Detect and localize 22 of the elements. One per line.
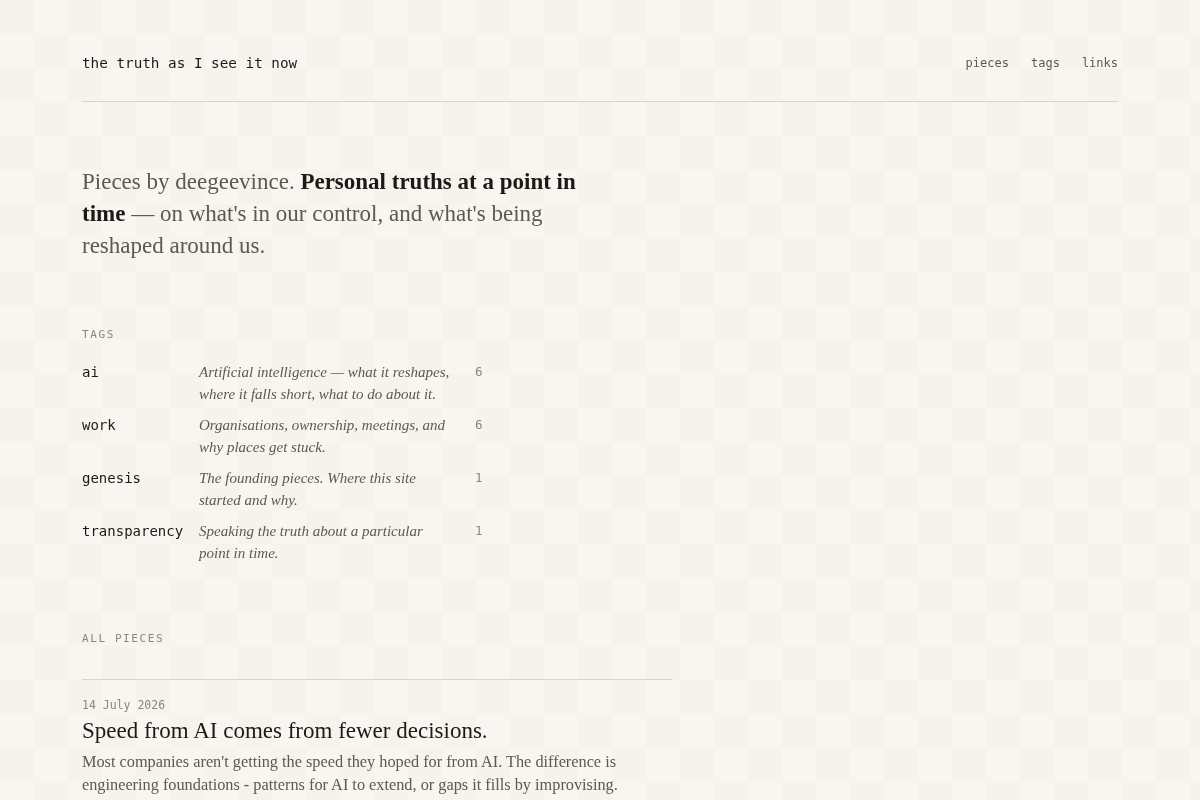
tag-description: The founding pieces. Where this site started and why.: [199, 469, 417, 510]
tag-link[interactable]: ai: [82, 361, 99, 383]
site-title[interactable]: the truth as I see it now: [82, 53, 298, 73]
tag-link[interactable]: transparency: [82, 520, 184, 542]
nav-link[interactable]: pieces: [965, 54, 1009, 72]
tag-count: 6: [475, 363, 483, 381]
tag-count: 1: [475, 469, 483, 487]
piece-title-link[interactable]: Speed from AI comes from fewer decisions.: [82, 717, 488, 745]
tag-link[interactable]: genesis: [82, 467, 141, 489]
section-heading: ALL PIECES: [82, 631, 165, 647]
tag-count: 1: [475, 522, 483, 540]
piece-date: 14 July 2026: [82, 697, 166, 713]
nav-link[interactable]: links: [1081, 54, 1118, 72]
tag-count: 6: [475, 416, 483, 434]
tag-description: Artificial intelligence — what it reshapes, where it falls short, what to do about it.: [199, 363, 451, 404]
intro-text: Pieces by deegeevince. Personal truths at a point in time — on what's in our control, and what's being reshaped around us.: [82, 168, 577, 260]
section-heading: TAGS: [82, 327, 115, 343]
tag-description: Organisations, ownership, meetings, and why places get stuck.: [199, 416, 447, 457]
piece-summary: Most companies aren't getting the speed they hoped for from AI. The difference is engineering foundations - patterns for AI to extend, or gaps it fills by improvising.: [82, 751, 619, 796]
tag-description: Speaking the truth about a particular point in time.: [199, 522, 424, 563]
tag-link[interactable]: work: [82, 414, 116, 436]
nav-link[interactable]: tags: [1030, 54, 1060, 72]
